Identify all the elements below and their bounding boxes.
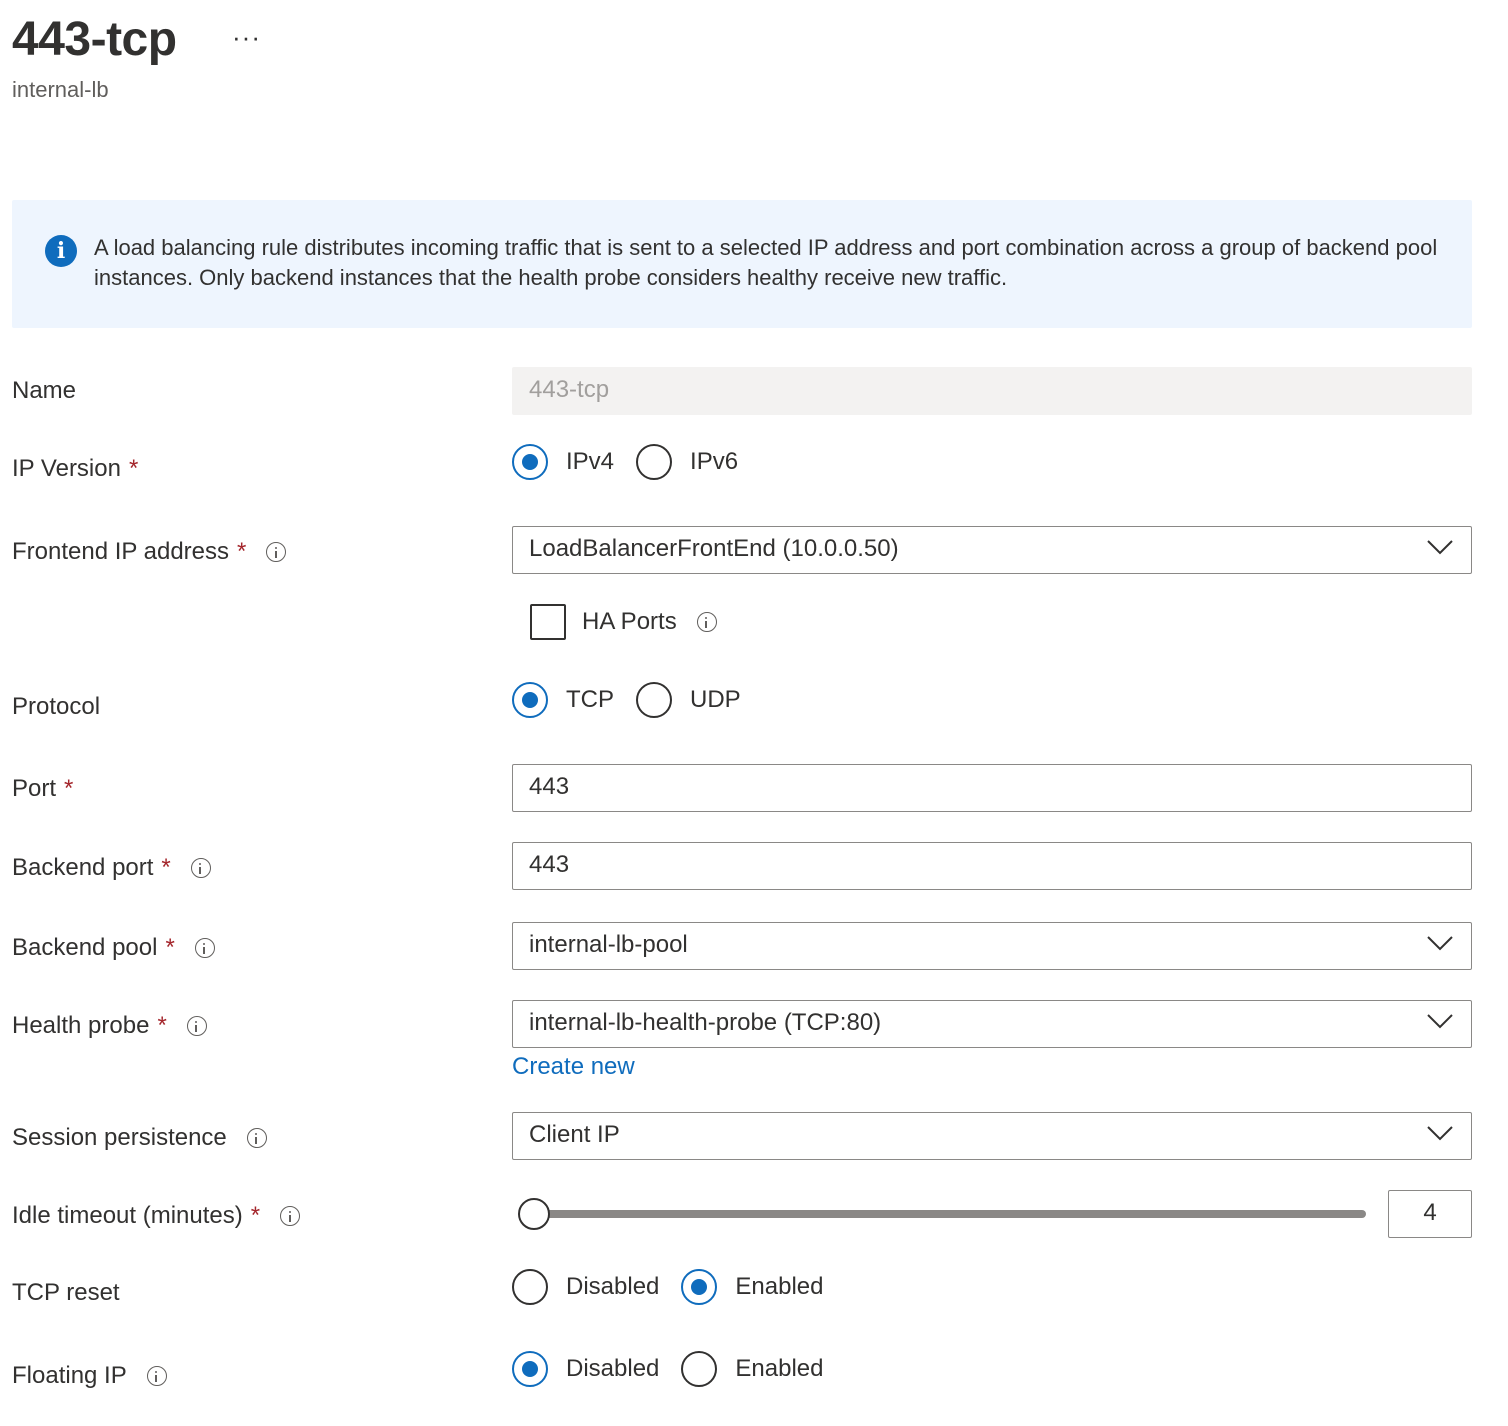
backend-pool-label: Backend pool * (12, 933, 215, 963)
radio-label: Enabled (735, 1355, 824, 1382)
radio-label: TCP (566, 686, 614, 713)
protocol-radio-group: TCP UDP (512, 680, 763, 720)
radio-circle (512, 1351, 548, 1387)
frontend-ip-label-text: Frontend IP address (12, 538, 230, 565)
radio-floating-ip-disabled[interactable]: Disabled (512, 1351, 659, 1387)
floating-ip-label: Floating IP (12, 1361, 167, 1391)
radio-label: Enabled (735, 1273, 824, 1300)
radio-floating-ip-enabled[interactable]: Enabled (681, 1351, 823, 1387)
info-tooltip-icon[interactable] (280, 1206, 301, 1226)
chevron-down-icon (1427, 540, 1453, 555)
info-tooltip-icon[interactable] (246, 1128, 267, 1148)
session-persistence-label-text: Session persistence (12, 1124, 227, 1151)
chevron-down-icon (1427, 1014, 1453, 1029)
radio-label: UDP (690, 686, 741, 713)
page-title: 443-tcp (12, 13, 177, 66)
health-probe-dropdown[interactable]: internal-lb-health-probe (TCP:80) (512, 1000, 1472, 1048)
frontend-ip-dropdown[interactable]: LoadBalancerFrontEnd (10.0.0.50) (512, 526, 1472, 574)
radio-circle (636, 444, 673, 480)
info-banner-text: A load balancing rule distributes incomi… (94, 235, 1438, 290)
floating-ip-label-text: Floating IP (12, 1362, 127, 1389)
session-persistence-dropdown[interactable]: Client IP (512, 1112, 1472, 1160)
frontend-ip-label: Frontend IP address * (12, 537, 287, 567)
ha-ports-label-text: HA Ports (582, 608, 677, 635)
radio-tcp[interactable]: TCP (512, 682, 614, 718)
required-mark: * (165, 934, 175, 961)
info-tooltip-icon[interactable] (266, 542, 287, 562)
more-options-button[interactable]: ··· (232, 22, 261, 52)
ha-ports-label: HA Ports (582, 606, 717, 638)
radio-circle (512, 444, 548, 480)
idle-timeout-slider-track[interactable] (532, 1210, 1366, 1218)
floating-ip-radio-group: Disabled Enabled (512, 1349, 845, 1389)
radio-circle (512, 1269, 548, 1305)
required-mark: * (237, 538, 247, 565)
frontend-ip-value: LoadBalancerFrontEnd (10.0.0.50) (529, 535, 899, 562)
backend-port-label-text: Backend port (12, 854, 154, 881)
required-mark: * (157, 1012, 167, 1039)
radio-label: IPv4 (566, 448, 615, 475)
backend-pool-label-text: Backend pool (12, 934, 158, 961)
backend-port-label: Backend port * (12, 853, 211, 883)
radio-circle (512, 682, 548, 718)
session-persistence-label: Session persistence (12, 1123, 267, 1153)
port-label-text: Port (12, 775, 57, 802)
name-label-text: Name (12, 377, 77, 404)
ha-ports-checkbox[interactable] (530, 604, 566, 640)
tcp-reset-label-text: TCP reset (12, 1279, 120, 1306)
info-tooltip-icon[interactable] (194, 938, 215, 958)
tcp-reset-radio-group: Disabled Enabled (512, 1267, 845, 1307)
info-icon: i (45, 235, 77, 267)
chevron-down-icon (1427, 1126, 1453, 1141)
radio-circle (636, 682, 672, 718)
backend-pool-dropdown[interactable]: internal-lb-pool (512, 922, 1472, 970)
ip-version-radio-group: IPv4 IPv6 (512, 442, 760, 482)
name-label: Name (12, 376, 76, 406)
radio-tcp-reset-enabled[interactable]: Enabled (681, 1269, 823, 1305)
radio-label: Disabled (566, 1355, 660, 1382)
protocol-label-text: Protocol (12, 693, 101, 720)
info-tooltip-icon[interactable] (146, 1366, 167, 1386)
radio-tcp-reset-disabled[interactable]: Disabled (512, 1269, 659, 1305)
idle-timeout-label: Idle timeout (minutes) * (12, 1201, 301, 1231)
required-mark: * (64, 775, 74, 802)
backend-pool-value: internal-lb-pool (529, 931, 688, 958)
backend-port-input[interactable]: 443 (512, 842, 1472, 890)
health-probe-value: internal-lb-health-probe (TCP:80) (529, 1009, 882, 1036)
radio-ipv6[interactable]: IPv6 (636, 444, 738, 480)
info-tooltip-icon[interactable] (186, 1016, 207, 1036)
radio-label: IPv6 (690, 448, 739, 475)
name-field: 443-tcp (512, 367, 1472, 415)
radio-udp[interactable]: UDP (636, 682, 741, 718)
required-mark: * (128, 455, 139, 482)
idle-timeout-slider-thumb[interactable] (518, 1198, 550, 1230)
session-persistence-value: Client IP (529, 1121, 620, 1148)
required-mark: * (161, 854, 171, 881)
info-tooltip-icon[interactable] (190, 858, 211, 878)
protocol-label: Protocol (12, 692, 100, 722)
radio-circle (681, 1351, 718, 1387)
idle-timeout-label-text: Idle timeout (minutes) (12, 1202, 243, 1229)
radio-label: Disabled (566, 1273, 660, 1300)
page-subtitle: internal-lb (12, 77, 109, 102)
info-banner: i A load balancing rule distributes inco… (12, 200, 1472, 328)
ip-version-label: IP Version * (12, 454, 138, 484)
idle-timeout-input[interactable]: 4 (1388, 1190, 1472, 1238)
chevron-down-icon (1427, 936, 1453, 951)
port-label: Port * (12, 774, 73, 804)
tcp-reset-label: TCP reset (12, 1278, 120, 1308)
required-mark: * (250, 1202, 261, 1229)
info-tooltip-icon[interactable] (696, 612, 717, 632)
health-probe-label: Health probe * (12, 1011, 207, 1041)
health-probe-label-text: Health probe (12, 1012, 150, 1039)
radio-circle (681, 1269, 718, 1305)
create-new-health-probe-link[interactable]: Create new (512, 1052, 635, 1082)
port-input[interactable]: 443 (512, 764, 1472, 812)
ip-version-label-text: IP Version (12, 455, 121, 482)
radio-ipv4[interactable]: IPv4 (512, 444, 614, 480)
